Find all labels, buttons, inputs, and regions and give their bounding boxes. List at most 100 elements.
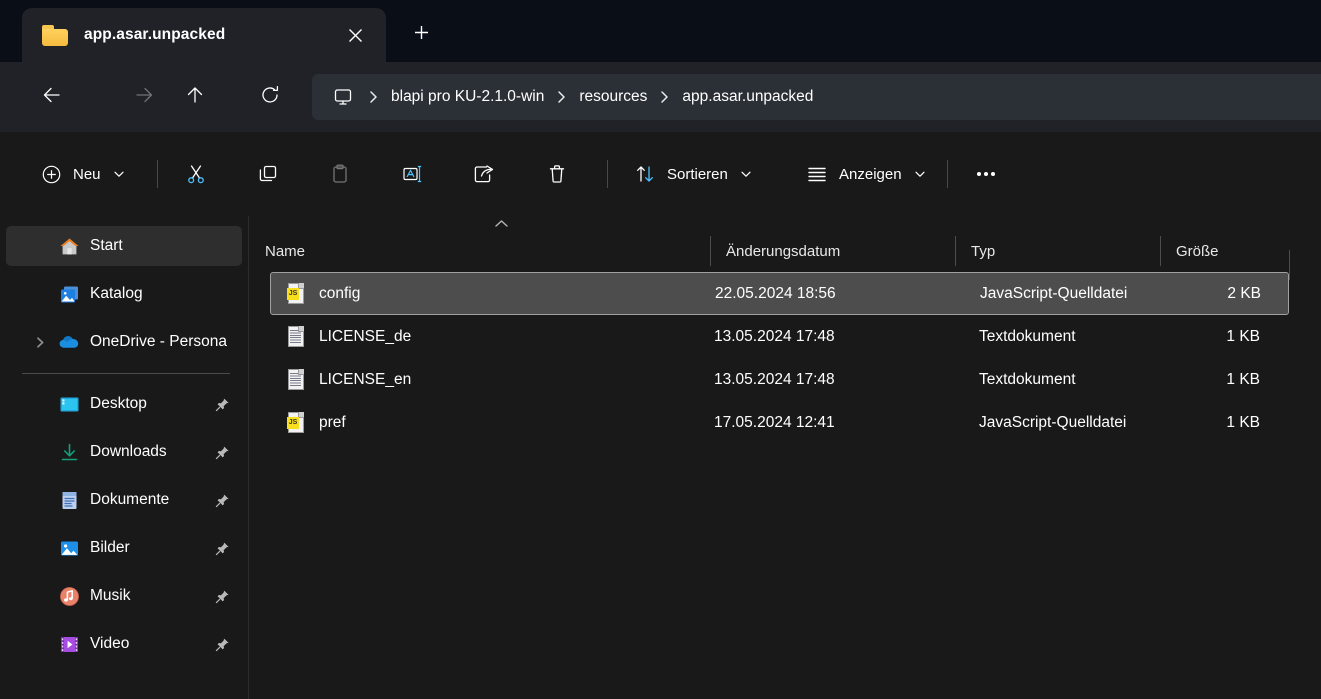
cut-button[interactable] — [176, 152, 216, 196]
table-row[interactable]: LICENSE_de 13.05.2024 17:48 Textdokument… — [270, 315, 1289, 358]
breadcrumb-item-0[interactable]: blapi pro KU-2.1.0-win — [391, 88, 544, 106]
file-name-cell: JS pref — [270, 411, 710, 434]
rename-button[interactable] — [392, 152, 432, 196]
sidebar-item-start[interactable]: Start — [6, 226, 242, 266]
copy-button[interactable] — [248, 152, 288, 196]
table-row[interactable]: JS config 22.05.2024 18:56 JavaScript-Qu… — [270, 272, 1289, 315]
text-file-icon — [287, 368, 305, 391]
rename-icon — [401, 163, 423, 185]
arrow-up-icon — [184, 84, 206, 111]
copy-icon — [257, 163, 279, 185]
plus-icon — [413, 24, 430, 46]
column-header-name[interactable]: Name — [249, 230, 710, 272]
file-date: 13.05.2024 17:48 — [714, 327, 835, 345]
paste-icon — [329, 163, 351, 185]
file-rows: JS config 22.05.2024 18:56 JavaScript-Qu… — [249, 272, 1321, 444]
pin-icon[interactable] — [214, 540, 230, 556]
navigation-pane[interactable]: Start Katalog OneDrive - Persona Desktop… — [0, 216, 248, 699]
onedrive-icon — [58, 331, 80, 353]
view-button-label: Anzeigen — [839, 165, 902, 183]
file-type: Textdokument — [979, 327, 1076, 345]
file-name: pref — [319, 413, 346, 431]
new-button-label: Neu — [73, 165, 101, 183]
chevron-right-icon — [556, 90, 567, 104]
new-tab-button[interactable] — [400, 14, 442, 56]
navigation-bar: blapi pro KU-2.1.0-win resources app.asa… — [0, 62, 1321, 132]
sidebar-item-downloads[interactable]: Downloads — [6, 432, 242, 472]
column-header-row: Name Änderungsdatum Typ Größe — [249, 230, 1321, 280]
more-options-button[interactable] — [965, 152, 1007, 196]
file-name-cell: JS config — [271, 282, 711, 305]
sidebar-item-dokumente[interactable]: Dokumente — [6, 480, 242, 520]
sidebar-item-musik[interactable]: Musik — [6, 576, 242, 616]
file-name: LICENSE_de — [319, 327, 412, 345]
share-icon — [473, 163, 495, 185]
pin-icon[interactable] — [214, 492, 230, 508]
up-button[interactable] — [173, 75, 217, 119]
tab-strip: app.asar.unpacked — [22, 8, 442, 62]
file-explorer-window: app.asar.unpacked blapi pro KU-2.1.0-win… — [0, 0, 1321, 699]
chevron-down-icon[interactable] — [113, 168, 125, 180]
toolbar-divider — [607, 160, 608, 188]
chevron-down-icon[interactable] — [740, 168, 752, 180]
arrow-right-icon — [133, 84, 155, 111]
table-row[interactable]: LICENSE_en 13.05.2024 17:48 Textdokument… — [270, 358, 1289, 401]
folder-icon — [42, 24, 68, 46]
file-type: JavaScript-Quelldatei — [980, 284, 1128, 302]
file-type: Textdokument — [979, 370, 1076, 388]
document-icon — [58, 489, 80, 511]
breadcrumb-item-1[interactable]: resources — [579, 88, 647, 106]
breadcrumb-item-2[interactable]: app.asar.unpacked — [682, 88, 813, 106]
sort-button[interactable]: Sortieren — [625, 152, 761, 196]
sidebar-item-katalog[interactable]: Katalog — [6, 274, 242, 314]
view-button[interactable]: Anzeigen — [797, 152, 935, 196]
file-date: 17.05.2024 12:41 — [714, 413, 835, 431]
sidebar-item-label: Katalog — [90, 285, 143, 302]
monitor-icon[interactable] — [332, 86, 354, 108]
file-name: config — [319, 284, 361, 302]
pin-icon[interactable] — [214, 444, 230, 460]
pin-icon[interactable] — [214, 636, 230, 652]
file-name-cell: LICENSE_en — [270, 368, 710, 391]
download-icon — [58, 441, 80, 463]
home-icon — [58, 235, 80, 257]
pin-icon[interactable] — [214, 588, 230, 604]
text-file-icon — [287, 325, 305, 348]
music-icon — [58, 585, 80, 607]
chevron-right-icon[interactable] — [32, 334, 48, 350]
column-header-type[interactable]: Typ — [955, 230, 1160, 272]
back-button[interactable] — [30, 75, 74, 119]
js-file-icon: JS — [287, 282, 305, 305]
list-lines-icon — [806, 163, 828, 185]
close-icon[interactable] — [338, 18, 372, 52]
sidebar-item-bilder[interactable]: Bilder — [6, 528, 242, 568]
toolbar-divider — [157, 160, 158, 188]
sidebar-item-desktop[interactable]: Desktop — [6, 384, 242, 424]
sort-button-label: Sortieren — [667, 165, 728, 183]
share-button[interactable] — [464, 152, 504, 196]
paste-button[interactable] — [320, 152, 360, 196]
sidebar-separator — [22, 373, 230, 374]
file-date: 22.05.2024 18:56 — [715, 284, 836, 302]
new-button[interactable]: Neu — [32, 152, 134, 196]
sidebar-item-onedrive[interactable]: OneDrive - Persona — [6, 322, 242, 362]
pin-icon[interactable] — [214, 396, 230, 412]
column-header-date[interactable]: Änderungsdatum — [710, 230, 955, 272]
tab-app-asar-unpacked[interactable]: app.asar.unpacked — [22, 8, 386, 62]
sidebar-item-label: Musik — [90, 587, 131, 604]
table-row[interactable]: JS pref 17.05.2024 12:41 JavaScript-Quel… — [270, 401, 1289, 444]
delete-button[interactable] — [537, 152, 577, 196]
video-icon — [58, 633, 80, 655]
file-list-pane: Name Änderungsdatum Typ Größe JS config … — [249, 216, 1321, 699]
chevron-down-icon[interactable] — [914, 168, 926, 180]
sidebar-item-label: OneDrive - Persona — [90, 333, 227, 350]
sidebar-item-video[interactable]: Video — [6, 624, 242, 664]
column-header-label: Änderungsdatum — [726, 242, 841, 260]
column-header-size[interactable]: Größe — [1160, 230, 1295, 272]
forward-button[interactable] — [122, 75, 166, 119]
column-header-label: Name — [265, 242, 306, 260]
address-bar[interactable]: blapi pro KU-2.1.0-win resources app.asa… — [312, 74, 1321, 120]
js-file-icon: JS — [287, 411, 305, 434]
sidebar-item-label: Start — [90, 237, 123, 254]
refresh-button[interactable] — [248, 75, 292, 119]
